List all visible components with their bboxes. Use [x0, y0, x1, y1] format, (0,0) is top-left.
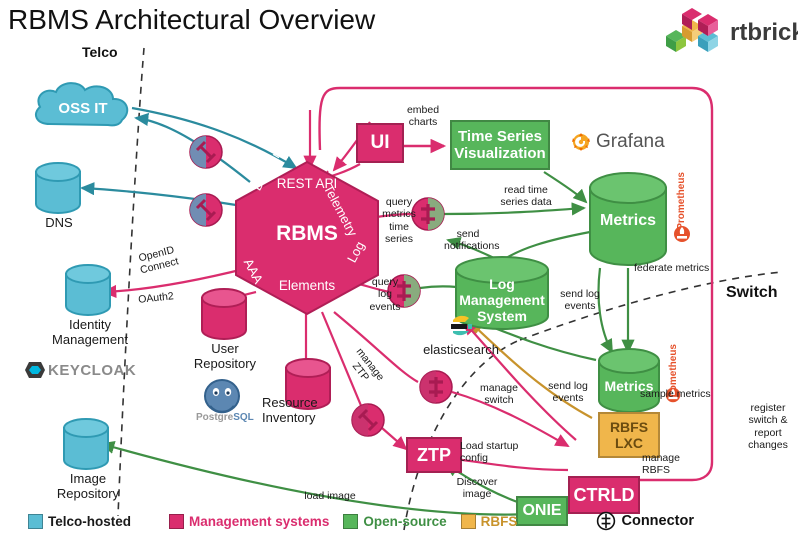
edge-label-manage-switch: manage switch	[480, 382, 518, 407]
edge-label-load-image: load image	[304, 490, 356, 502]
edge-label-embed-charts: embed charts	[406, 104, 440, 129]
edge-label-send-notifications: send notifications	[444, 228, 500, 253]
edge-label-federate-metrics: federate metrics	[634, 262, 710, 274]
edge-label-query-metrics: query metrics time series	[382, 196, 416, 246]
legend-label-management: Management systems	[189, 513, 330, 529]
edge-label-send-log-events-1: send log events	[560, 288, 600, 313]
legend-label-connector: Connector	[621, 513, 695, 529]
legend-label-telco: Telco-hosted	[48, 513, 132, 529]
legend-swatch-management	[169, 513, 185, 529]
connector-icon	[596, 511, 615, 531]
legend: Telco-hosted Management systems Open-sou…	[0, 507, 804, 535]
connector-manage-ztp	[351, 403, 385, 437]
edge-label-manage-rbfs: manage RBFS	[642, 452, 680, 477]
edge-label-send-log-events-2: send log events	[548, 380, 588, 405]
legend-swatch-telco	[28, 513, 43, 529]
legend-swatch-rbfs	[460, 513, 476, 529]
edge-label-sample-metrics: sample metrics	[640, 388, 711, 400]
legend-item-rbfs: RBFS	[460, 513, 518, 529]
edge-label-load-startup-config: Load startup config	[460, 440, 519, 465]
legend-label-rbfs: RBFS	[480, 513, 518, 529]
connector-dns-rbms	[189, 193, 223, 227]
legend-item-connector: Connector	[596, 511, 695, 531]
legend-item-open-source: Open-source	[343, 513, 447, 529]
connector-oss-rbms	[189, 135, 223, 169]
legend-label-opensource: Open-source	[363, 513, 447, 529]
diagram-canvas: RBMS Architectural Overview rtbrick Telc…	[0, 0, 804, 539]
legend-item-management-systems: Management systems	[169, 513, 330, 529]
connector-manage-switch	[419, 370, 453, 404]
edge-label-query-log-events: query log events	[369, 276, 401, 313]
edge-label-read-time-series: read time series data	[500, 184, 552, 209]
edge-label-discover-image: Discover image	[456, 476, 498, 501]
legend-item-telco-hosted: Telco-hosted	[28, 513, 132, 529]
legend-swatch-opensource	[343, 513, 359, 529]
edge-label-register-switch: register switch & report changes	[748, 402, 788, 452]
